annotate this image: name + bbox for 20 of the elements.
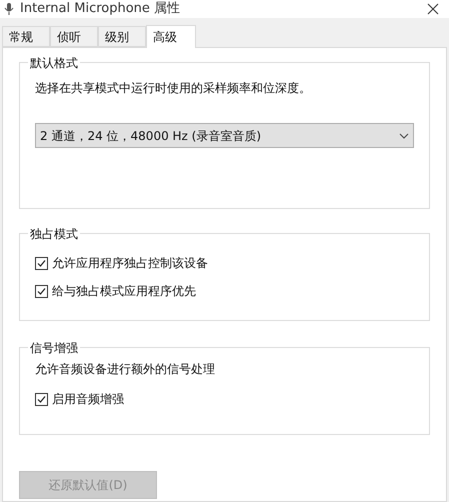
description-text: 选择在共享模式中运行时使用的采样频率和位深度。	[35, 80, 312, 97]
tab[interactable]: 常规	[2, 26, 50, 47]
tab[interactable]: 侦听	[50, 26, 98, 47]
tab[interactable]: 级别	[98, 26, 146, 47]
format-dropdown[interactable]: 2 通道，24 位，48000 Hz (录音室音质)	[35, 123, 414, 148]
checkbox-label: 启用音频增强	[52, 391, 124, 408]
group-title: 默认格式	[28, 54, 80, 72]
chevron-down-icon	[399, 132, 409, 138]
group-title: 独占模式	[28, 225, 80, 243]
close-icon	[427, 3, 439, 15]
microphone-icon	[4, 2, 14, 16]
checkbox-label: 给与独占模式应用程序优先	[52, 283, 196, 300]
checkbox[interactable]	[35, 284, 48, 298]
description-text: 允许音频设备进行额外的信号处理	[35, 361, 216, 378]
checkbox-label: 允许应用程序独占控制该设备	[52, 255, 208, 272]
checkbox[interactable]	[35, 256, 48, 270]
window-title: Internal Microphone 属性	[20, 0, 180, 18]
group-title: 信号增强	[28, 339, 80, 357]
checkbox[interactable]	[35, 392, 48, 406]
tab[interactable]: 高级	[146, 25, 196, 48]
